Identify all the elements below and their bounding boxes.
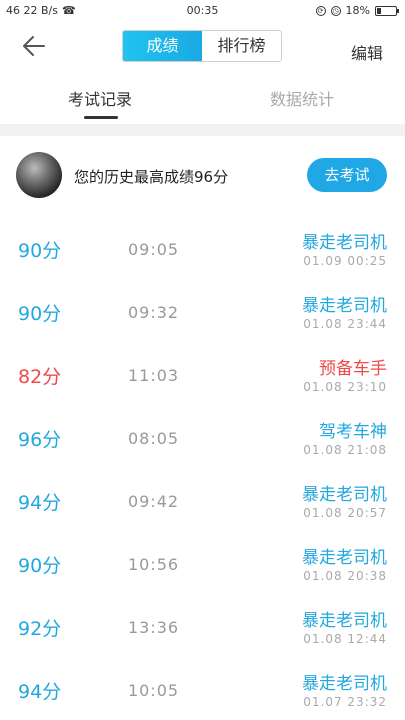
record-row[interactable]: 90分 09:05 暴走老司机 01.09 00:25 — [0, 210, 405, 273]
record-title: 暴走老司机 — [302, 296, 387, 316]
record-title: 暴走老司机 — [302, 611, 387, 631]
record-title: 预备车手 — [319, 359, 387, 379]
record-title: 暴走老司机 — [302, 233, 387, 253]
alarm-icon: ◷ — [330, 5, 341, 16]
record-row[interactable]: 90分 09:32 暴走老司机 01.08 23:44 — [0, 273, 405, 336]
record-row[interactable]: 94分 10:05 暴走老司机 01.07 23:32 — [0, 651, 405, 714]
segment-control: 成绩 排行榜 — [122, 30, 282, 62]
record-date: 01.08 23:10 — [303, 380, 387, 394]
record-score: 90分 — [18, 240, 62, 262]
record-score: 90分 — [18, 555, 62, 577]
record-duration: 13:36 — [128, 618, 180, 637]
section-divider — [0, 124, 405, 136]
record-row[interactable]: 96分 08:05 驾考车神 01.08 21:08 — [0, 399, 405, 462]
record-title: 暴走老司机 — [302, 548, 387, 568]
record-score: 94分 — [18, 681, 62, 703]
record-date: 01.08 20:38 — [303, 569, 387, 583]
tab-data-statistics[interactable]: 数据统计 — [270, 86, 334, 110]
record-row[interactable]: 90分 10:56 暴走老司机 01.08 20:38 — [0, 525, 405, 588]
record-score: 92分 — [18, 618, 62, 640]
edit-button[interactable]: 编辑 — [351, 40, 383, 64]
record-title: 暴走老司机 — [302, 485, 387, 505]
record-date: 01.08 12:44 — [303, 632, 387, 646]
record-duration: 09:42 — [128, 492, 180, 511]
record-list: 90分 09:05 暴走老司机 01.09 00:25 90分 09:32 暴走老司机 01.… — [0, 210, 405, 714]
system-status: ⟳ ◷ 18% — [315, 4, 399, 17]
record-row[interactable]: 92分 13:36 暴走老司机 01.08 12:44 — [0, 588, 405, 651]
subtab-bar: 考试记录 数据统计 — [0, 80, 405, 122]
back-arrow-icon[interactable] — [20, 32, 50, 60]
record-duration: 10:56 — [128, 555, 180, 574]
segment-leaderboard[interactable]: 排行榜 — [202, 31, 281, 61]
record-score: 82分 — [18, 366, 62, 388]
record-title: 驾考车神 — [319, 422, 387, 442]
rotation-lock-icon: ⟳ — [315, 5, 326, 16]
record-duration: 08:05 — [128, 429, 180, 448]
record-date: 01.08 21:08 — [303, 443, 387, 457]
battery-icon — [375, 5, 399, 16]
avatar — [16, 152, 62, 198]
record-score: 90分 — [18, 303, 62, 325]
record-score: 96分 — [18, 429, 62, 451]
record-score: 94分 — [18, 492, 62, 514]
tab-exam-records[interactable]: 考试记录 — [68, 86, 132, 110]
profile-summary: 您的历史最高成绩96分 去考试 — [0, 150, 405, 202]
record-duration: 10:05 — [128, 681, 180, 700]
record-date: 01.09 00:25 — [303, 254, 387, 268]
segment-scores[interactable]: 成绩 — [123, 31, 202, 61]
best-score-text: 您的历史最高成绩96分 — [74, 168, 229, 186]
record-row[interactable]: 94分 09:42 暴走老司机 01.08 20:57 — [0, 462, 405, 525]
record-duration: 09:05 — [128, 240, 180, 259]
record-row[interactable]: 82分 11:03 预备车手 01.08 23:10 — [0, 336, 405, 399]
record-title: 暴走老司机 — [302, 674, 387, 694]
status-bar: 46 22 B/s ☎ 00:35 ⟳ ◷ 18% — [0, 0, 405, 22]
battery-percent: 18% — [345, 4, 370, 17]
record-date: 01.08 20:57 — [303, 506, 387, 520]
record-date: 01.07 23:32 — [303, 695, 387, 709]
record-duration: 09:32 — [128, 303, 180, 322]
record-duration: 11:03 — [128, 366, 180, 385]
go-test-button[interactable]: 去考试 — [307, 158, 387, 192]
record-date: 01.08 23:44 — [303, 317, 387, 331]
active-tab-indicator — [84, 116, 118, 119]
top-bar: 成绩 排行榜 编辑 — [0, 22, 405, 70]
